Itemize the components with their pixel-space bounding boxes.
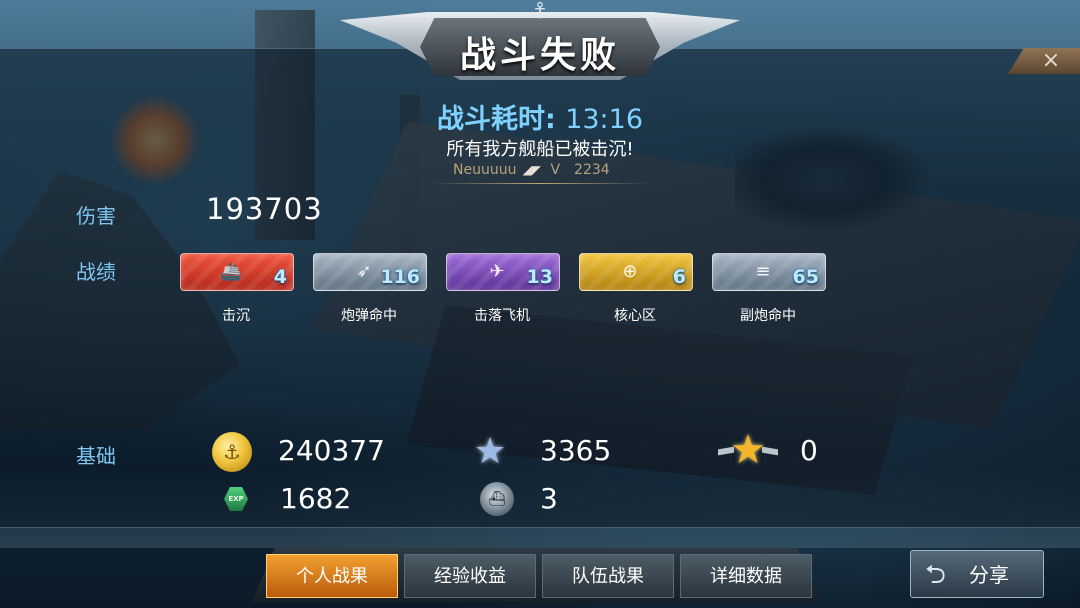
share-button[interactable]: ⮌ 分享 xyxy=(910,550,1044,598)
exp-value: 1682 xyxy=(280,482,352,515)
badge-count: 4 xyxy=(273,266,287,288)
badge-shell-hit: ➶ 116 xyxy=(313,253,427,291)
player-name: Neuuuuu xyxy=(453,162,517,178)
damage-label: 伤害 xyxy=(76,204,116,228)
star-icon: ★ xyxy=(473,431,507,472)
badge-core-hit: ⊕ 6 xyxy=(579,253,693,291)
silver-value: 240377 xyxy=(278,434,385,467)
ship-count-value: 3 xyxy=(540,482,558,515)
player-level: 2234 xyxy=(574,162,610,178)
tab-team-result[interactable]: 队伍战果 xyxy=(542,554,674,598)
badge-count: 65 xyxy=(792,266,819,288)
battle-time-value: 13:16 xyxy=(565,104,644,135)
result-title: 战斗失败 xyxy=(459,35,620,76)
medal-star-icon: ★ xyxy=(718,430,778,470)
star-value: 3365 xyxy=(540,434,612,467)
share-label: 分享 xyxy=(969,563,1009,587)
badge-count: 6 xyxy=(672,266,686,288)
damage-value: 193703 xyxy=(206,192,323,226)
badge-count: 13 xyxy=(526,266,553,288)
battle-time: 战斗耗时: 13:16 xyxy=(0,97,1080,136)
badge-plane-shot: ✈ 13 xyxy=(446,253,560,291)
anchor-coin-icon: ⚓ xyxy=(212,432,252,472)
tab-exp-gain[interactable]: 经验收益 xyxy=(404,554,536,598)
badge-label-plane-shot: 击落飞机 xyxy=(474,308,530,324)
share-arrow-icon: ⮌ xyxy=(925,560,946,590)
badge-count: 116 xyxy=(380,266,420,288)
battle-time-label: 战斗耗时: xyxy=(436,104,556,135)
result-banner: ⚓ 战斗失败 xyxy=(340,0,740,92)
header-divider xyxy=(430,183,650,184)
defeat-message: 所有我方舰船已被击沉! xyxy=(446,139,634,160)
anchor-icon: ⚓ xyxy=(530,0,550,24)
rank-icon: ◢◤ xyxy=(522,163,541,177)
badge-label-core-hit: 核心区 xyxy=(614,308,656,324)
badge-label-secondary-gun: 副炮命中 xyxy=(740,308,796,324)
tab-personal-result[interactable]: 个人战果 xyxy=(266,554,398,598)
record-label: 战绩 xyxy=(76,260,116,284)
ship-sunk-icon: 🚢 xyxy=(219,261,243,282)
ship-token-icon: ⛴ xyxy=(480,482,514,516)
badge-sunk: 🚢 4 xyxy=(180,253,294,291)
core-hit-icon: ⊕ xyxy=(622,261,638,282)
plane-shot-icon: ✈ xyxy=(489,261,505,282)
medal-value: 0 xyxy=(800,434,818,467)
badge-label-shell-hit: 炮弹命中 xyxy=(341,308,397,324)
player-info: Neuuuuu ◢◤ V 2234 xyxy=(453,162,610,178)
badge-secondary-gun: ≡ 65 xyxy=(712,253,826,291)
player-level-prefix: V xyxy=(550,162,561,178)
tab-detailed-data[interactable]: 详细数据 xyxy=(680,554,812,598)
base-label: 基础 xyxy=(76,444,116,468)
close-icon[interactable]: × xyxy=(1042,48,1060,73)
badge-label-sunk: 击沉 xyxy=(222,308,250,324)
secondary-gun-icon: ≡ xyxy=(755,261,771,282)
